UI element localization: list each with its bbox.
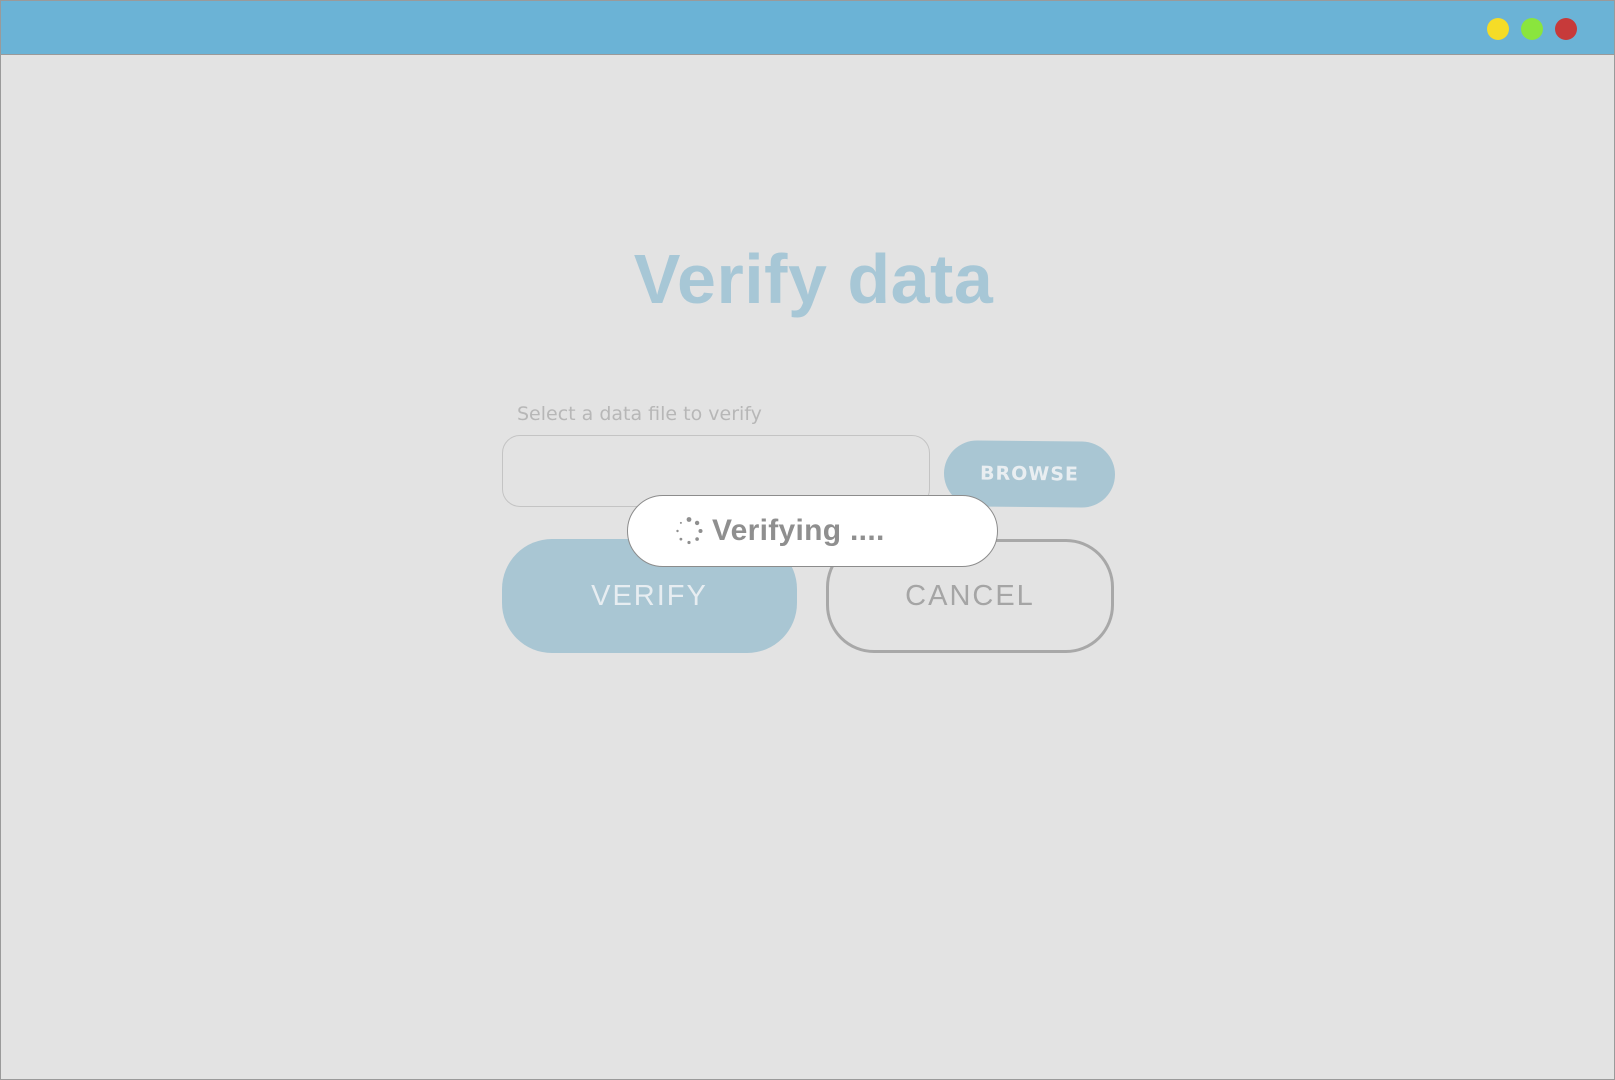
app-window: Verify data Select a data file to verify…	[0, 0, 1615, 1080]
toast-text: Verifying ....	[712, 514, 885, 547]
spinner-icon	[676, 517, 703, 545]
title-bar	[1, 1, 1614, 55]
minimize-button[interactable]	[1487, 18, 1509, 40]
maximize-button[interactable]	[1521, 18, 1543, 40]
file-field-label: Select a data file to verify	[517, 403, 762, 425]
verifying-toast: Verifying ....	[627, 495, 998, 567]
page-title: Verify data	[633, 240, 994, 318]
close-button[interactable]	[1555, 18, 1577, 40]
